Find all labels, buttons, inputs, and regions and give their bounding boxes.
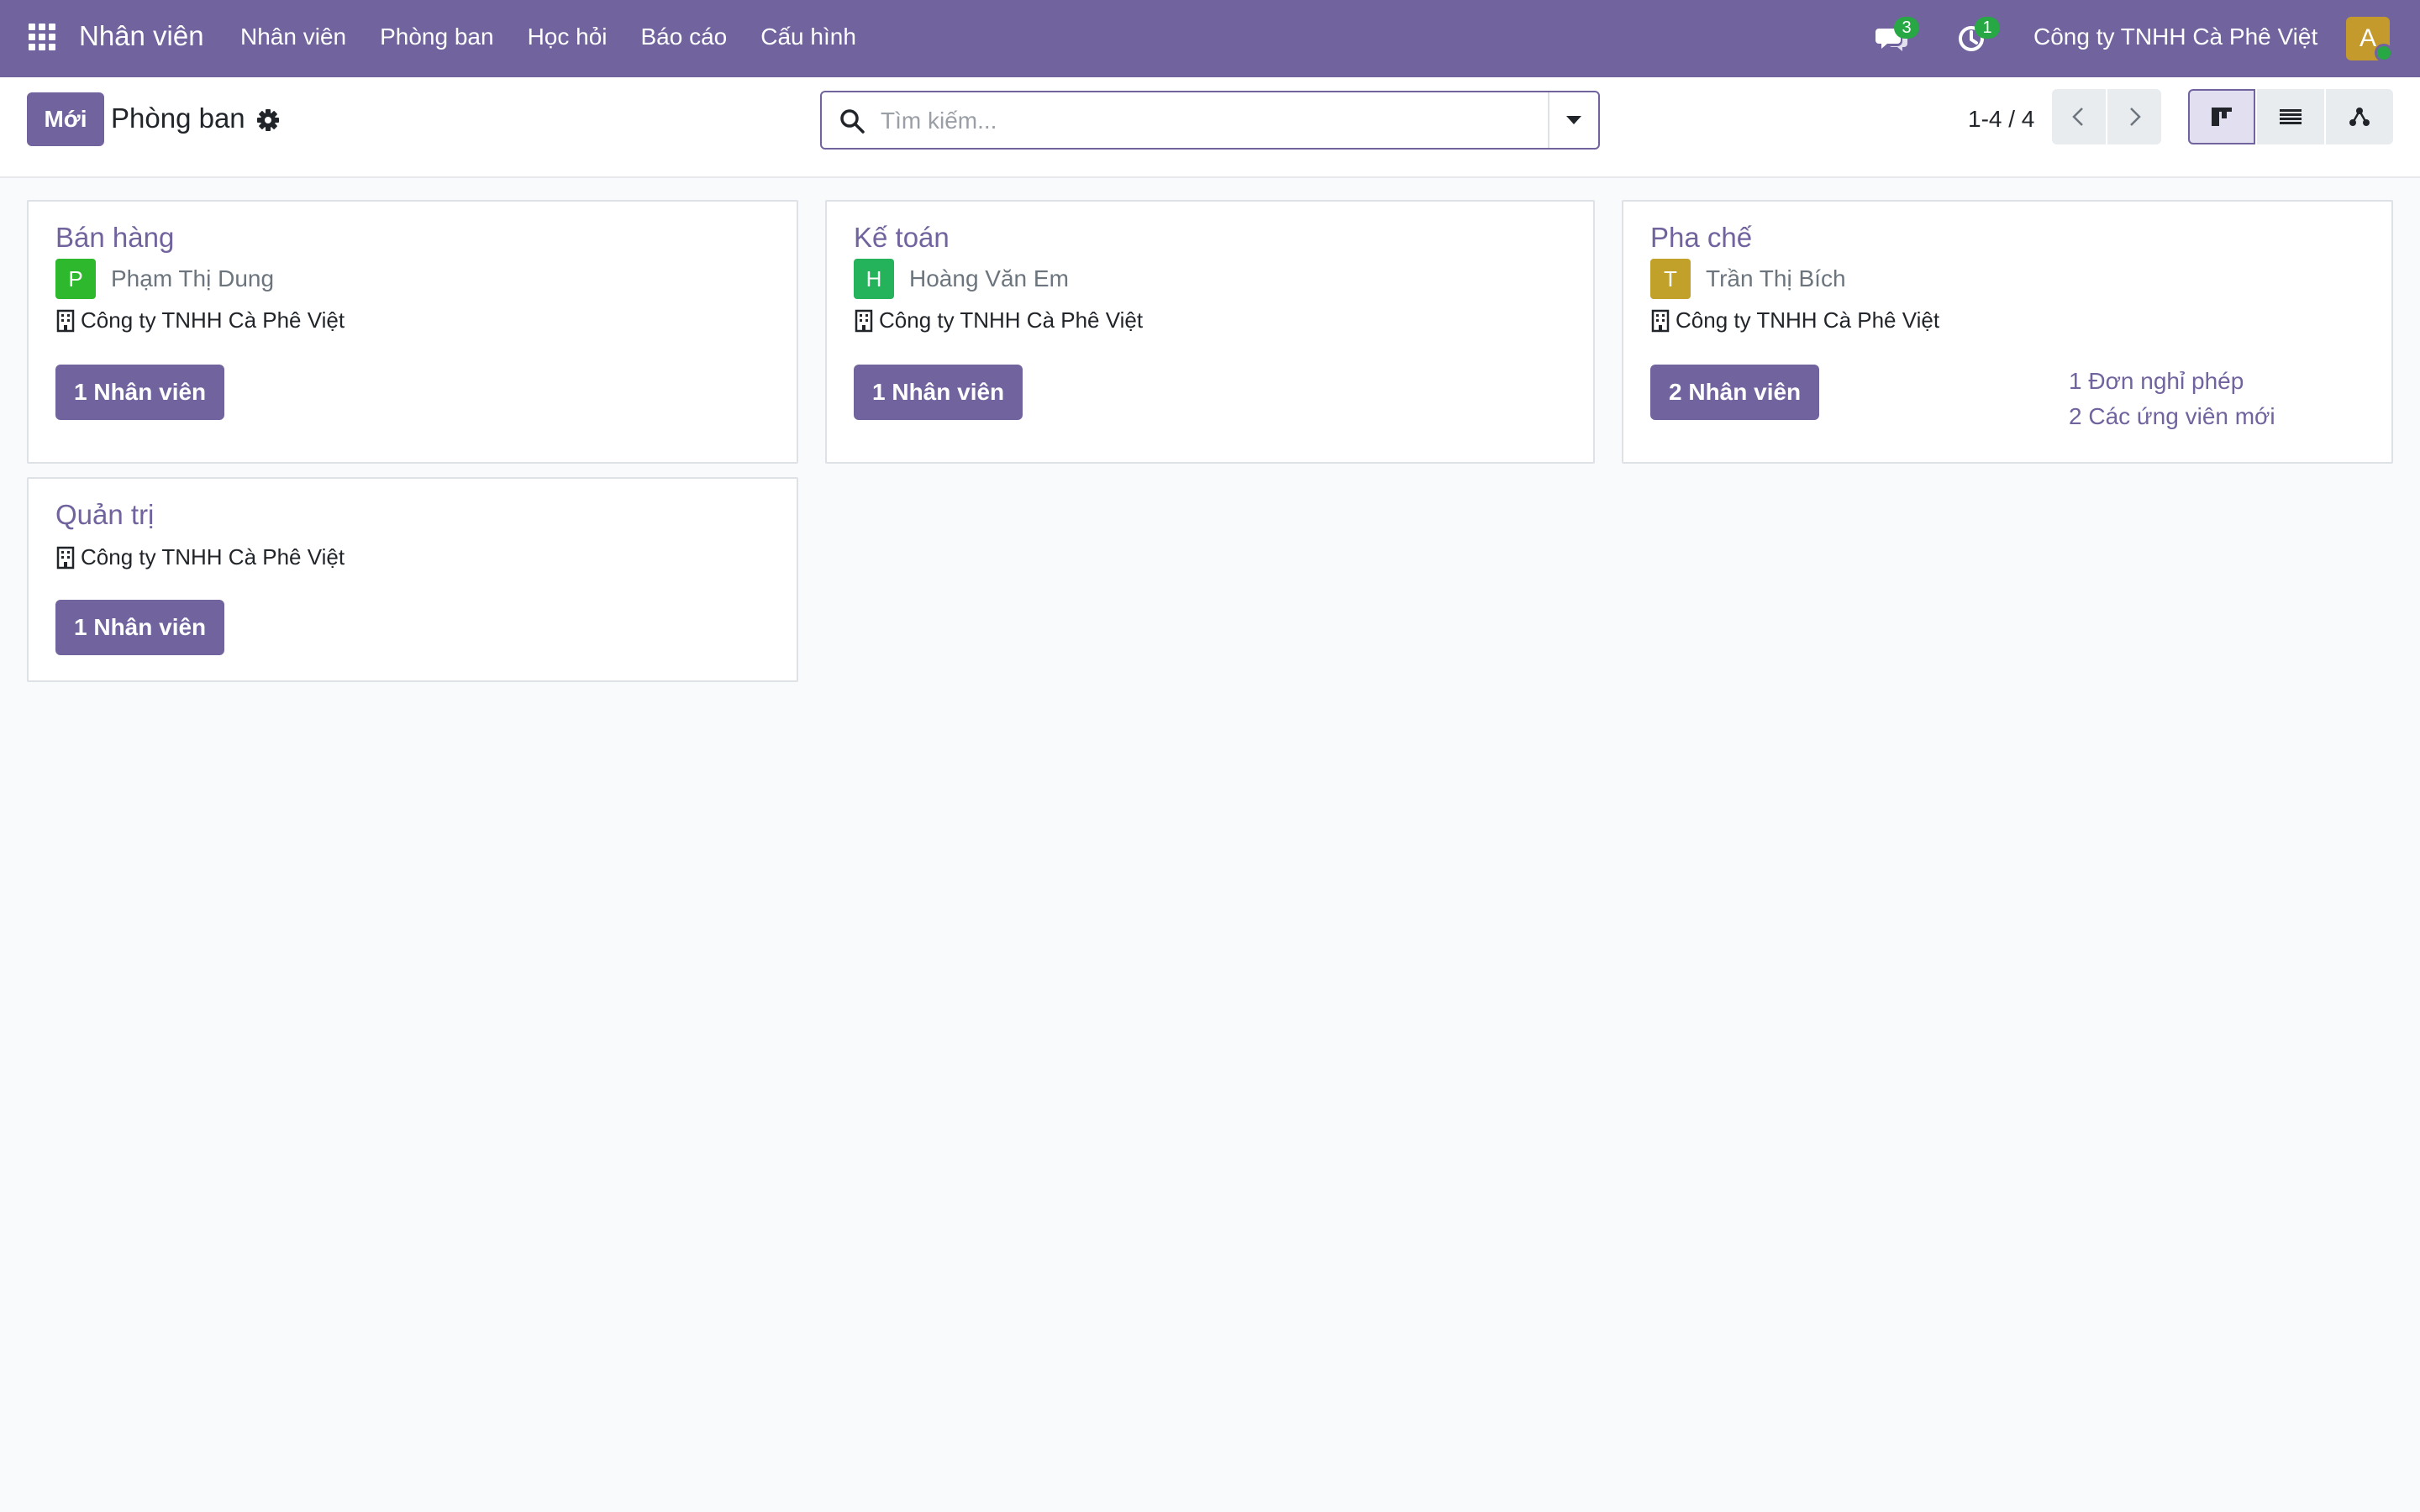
page-title: Phòng ban xyxy=(111,102,245,134)
new-button[interactable]: Mới xyxy=(27,92,104,146)
company-name: Công ty TNHH Cà Phê Việt xyxy=(81,307,345,333)
company-name: Công ty TNHH Cà Phê Việt xyxy=(1676,307,1940,333)
time-off-requests-link[interactable]: 1 Đơn nghỉ phép xyxy=(2069,368,2244,395)
company-name: Công ty TNHH Cà Phê Việt xyxy=(81,544,345,570)
hierarchy-view-button[interactable] xyxy=(2326,89,2393,144)
manager-avatar: T xyxy=(1650,259,1691,299)
building-icon xyxy=(56,309,75,332)
caret-down-icon xyxy=(1566,116,1581,124)
apps-grid-icon[interactable] xyxy=(29,24,59,54)
department-card-sales[interactable]: Bán hàng P Phạm Thị Dung Công ty TNHH Cà… xyxy=(27,200,798,464)
gear-icon[interactable] xyxy=(255,108,281,133)
company-switcher[interactable]: Công ty TNHH Cà Phê Việt xyxy=(2033,24,2317,50)
search-bar xyxy=(820,91,1600,150)
company-name: Công ty TNHH Cà Phê Việt xyxy=(879,307,1144,333)
search-icon xyxy=(840,109,865,134)
view-switcher xyxy=(2188,89,2393,144)
menu-item-reports[interactable]: Báo cáo xyxy=(641,24,728,50)
activities-button[interactable]: 1 xyxy=(1956,17,2000,55)
department-card-management[interactable]: Quản trị Công ty TNHH Cà Phê Việt 1 Nhân… xyxy=(27,477,798,682)
employees-button[interactable]: 1 Nhân viên xyxy=(55,365,225,420)
company-row: Công ty TNHH Cà Phê Việt xyxy=(1650,307,1939,333)
activities-badge: 1 xyxy=(1975,17,2000,39)
company-row: Công ty TNHH Cà Phê Việt xyxy=(55,307,345,333)
menu-item-employees[interactable]: Nhân viên xyxy=(240,24,346,50)
employees-button[interactable]: 1 Nhân viên xyxy=(55,600,225,655)
list-icon xyxy=(2280,109,2302,124)
manager-name: Trần Thị Bích xyxy=(1706,265,1846,291)
online-status-dot xyxy=(2375,44,2393,62)
department-name[interactable]: Quản trị xyxy=(55,499,154,531)
control-panel: Mới Phòng ban 1-4 / 4 xyxy=(0,77,2420,178)
manager-avatar: H xyxy=(854,259,894,299)
messages-badge: 3 xyxy=(1894,17,1919,39)
search-options-toggle[interactable] xyxy=(1548,92,1598,148)
company-row: Công ty TNHH Cà Phê Việt xyxy=(854,307,1143,333)
manager-row: P Phạm Thị Dung xyxy=(55,259,274,299)
pager-previous-button[interactable] xyxy=(2052,89,2106,144)
department-card-accounting[interactable]: Kế toán H Hoàng Văn Em Công ty TNHH Cà P… xyxy=(825,200,1595,464)
building-icon xyxy=(1651,309,1670,332)
employees-button[interactable]: 2 Nhân viên xyxy=(1650,365,1820,420)
menu-item-learning[interactable]: Học hỏi xyxy=(528,24,608,50)
new-applicants-link[interactable]: 2 Các ứng viên mới xyxy=(2069,403,2275,430)
messages-button[interactable]: 3 xyxy=(1876,17,1919,55)
department-name[interactable]: Pha chế xyxy=(1650,222,1752,254)
manager-row: T Trần Thị Bích xyxy=(1650,259,1846,299)
building-icon xyxy=(855,309,873,332)
pager-next-button[interactable] xyxy=(2107,89,2161,144)
kanban-icon xyxy=(2212,108,2232,126)
search-input[interactable] xyxy=(881,101,1519,141)
app-name[interactable]: Nhân viên xyxy=(79,20,204,52)
company-row: Công ty TNHH Cà Phê Việt xyxy=(55,544,345,570)
manager-avatar: P xyxy=(55,259,96,299)
pager-value[interactable]: 1-4 / 4 xyxy=(1968,106,2034,133)
manager-name: Hoàng Văn Em xyxy=(909,265,1069,291)
hierarchy-icon xyxy=(2349,108,2370,126)
department-name[interactable]: Kế toán xyxy=(854,222,950,254)
manager-row: H Hoàng Văn Em xyxy=(854,259,1069,299)
main-menu: Nhân viên Phòng ban Học hỏi Báo cáo Cấu … xyxy=(240,24,890,50)
kanban-view-button[interactable] xyxy=(2188,89,2255,144)
department-name[interactable]: Bán hàng xyxy=(55,222,174,254)
building-icon xyxy=(56,546,75,569)
chevron-right-icon xyxy=(2130,108,2141,126)
menu-item-departments[interactable]: Phòng ban xyxy=(380,24,493,50)
list-view-button[interactable] xyxy=(2257,89,2324,144)
top-navbar: Nhân viên Nhân viên Phòng ban Học hỏi Bá… xyxy=(0,0,2420,77)
manager-name: Phạm Thị Dung xyxy=(111,265,275,291)
employees-button[interactable]: 1 Nhân viên xyxy=(854,365,1023,420)
department-card-barista[interactable]: Pha chế T Trần Thị Bích Công ty TNHH Cà … xyxy=(1622,200,2393,464)
menu-item-configuration[interactable]: Cấu hình xyxy=(760,24,856,50)
chevron-left-icon xyxy=(2072,108,2083,126)
